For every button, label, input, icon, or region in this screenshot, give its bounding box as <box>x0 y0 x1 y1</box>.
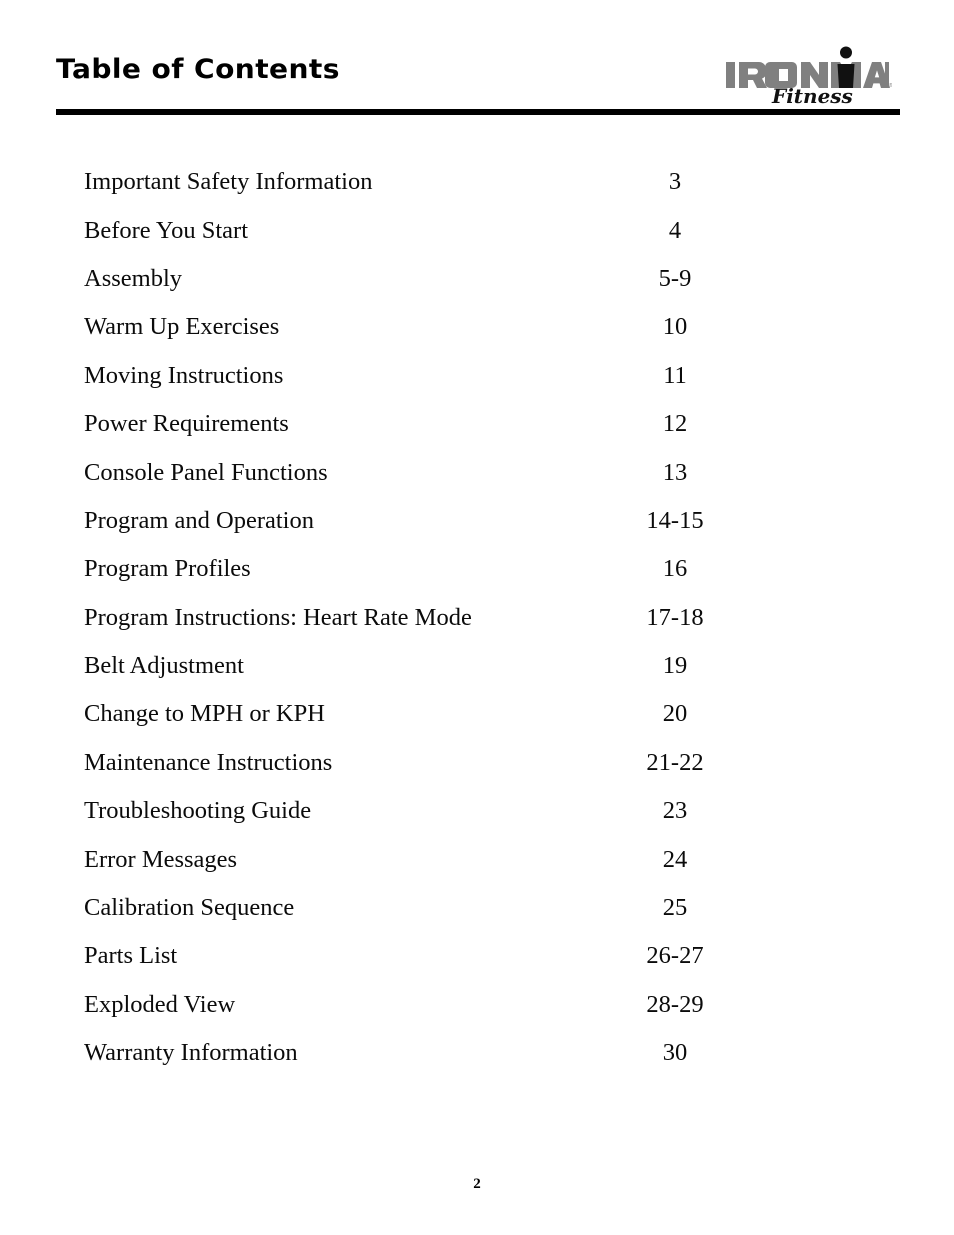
header-divider-rule <box>56 109 900 115</box>
toc-entry-title: Change to MPH or KPH <box>84 700 325 728</box>
toc-entry-page: 5-9 <box>658 264 692 292</box>
toc-entry-page: 4 <box>668 216 682 244</box>
toc-entry-title: Error Messages <box>84 845 238 873</box>
toc-entry[interactable]: Exploded View 28-29 <box>0 981 954 1029</box>
toc-entry-page: 14-15 <box>646 506 704 534</box>
toc-entry-title: Before You Start <box>84 216 249 244</box>
fitness-script-text: Fitness <box>771 84 853 106</box>
toc-entry[interactable]: Console Panel Functions 13 <box>0 448 954 496</box>
toc-entry-title: Important Safety Information <box>84 168 373 196</box>
toc-entry-page: 28-29 <box>646 990 704 1018</box>
toc-entry[interactable]: Warranty Information 30 <box>0 1029 954 1077</box>
trademark-symbol: ® <box>889 82 892 89</box>
toc-entry-page: 16 <box>662 555 688 583</box>
toc-entry-title: Program Profiles <box>84 555 251 583</box>
ironman-runner-figure <box>837 46 855 88</box>
document-page: Table of Contents ® Fitness Important Sa… <box>0 0 954 1235</box>
toc-entry[interactable]: Program Profiles 16 <box>0 545 954 593</box>
toc-entry[interactable]: Calibration Sequence 25 <box>0 884 954 932</box>
footer-page-number: 2 <box>473 1176 481 1192</box>
toc-entry-page: 20 <box>662 700 688 728</box>
toc-entry-title: Console Panel Functions <box>84 458 328 486</box>
toc-entry[interactable]: Before You Start 4 <box>0 206 954 254</box>
toc-entry-page: 13 <box>662 458 688 486</box>
toc-entry-title: Exploded View <box>84 990 236 1018</box>
toc-entry-page: 19 <box>662 652 688 680</box>
toc-entry[interactable]: Parts List 26-27 <box>0 932 954 980</box>
toc-entry-title: Program Instructions: Heart Rate Mode <box>84 603 472 631</box>
toc-entry-page: 30 <box>662 1039 688 1067</box>
page-header: Table of Contents ® Fitness <box>0 0 954 120</box>
toc-entry[interactable]: Troubleshooting Guide 23 <box>0 787 954 835</box>
toc-entry-title: Power Requirements <box>84 410 289 438</box>
toc-entry-title: Moving Instructions <box>84 361 284 389</box>
toc-entry[interactable]: Important Safety Information 3 <box>0 158 954 206</box>
toc-entry[interactable]: Program and Operation 14-15 <box>0 497 954 545</box>
toc-entry-title: Assembly <box>84 264 182 292</box>
toc-entry-page: 24 <box>662 845 688 873</box>
toc-entry[interactable]: Warm Up Exercises 10 <box>0 303 954 351</box>
toc-entry-page: 17-18 <box>646 603 704 631</box>
toc-entry-page: 26-27 <box>646 942 704 970</box>
page-title: Table of Contents <box>56 54 340 85</box>
toc-entry[interactable]: Assembly 5-9 <box>0 255 954 303</box>
toc-entry[interactable]: Error Messages 24 <box>0 835 954 883</box>
table-of-contents-list: Important Safety Information 3 Before Yo… <box>0 158 954 1077</box>
toc-entry-page: 3 <box>668 168 682 196</box>
toc-entry-title: Warranty Information <box>84 1039 298 1067</box>
toc-entry[interactable]: Belt Adjustment 19 <box>0 642 954 690</box>
toc-entry-page: 25 <box>662 894 688 922</box>
toc-entry-page: 21-22 <box>646 748 704 776</box>
toc-entry-title: Calibration Sequence <box>84 894 295 922</box>
toc-entry-title: Belt Adjustment <box>84 652 244 680</box>
toc-entry-title: Maintenance Instructions <box>84 748 333 776</box>
toc-entry[interactable]: Moving Instructions 11 <box>0 352 954 400</box>
toc-entry[interactable]: Change to MPH or KPH 20 <box>0 690 954 738</box>
toc-entry[interactable]: Program Instructions: Heart Rate Mode 17… <box>0 594 954 642</box>
toc-entry-title: Program and Operation <box>84 506 314 534</box>
toc-entry-page: 10 <box>662 313 688 341</box>
toc-entry[interactable]: Power Requirements 12 <box>0 400 954 448</box>
toc-entry-title: Parts List <box>84 942 178 970</box>
toc-entry-title: Warm Up Exercises <box>84 313 280 341</box>
toc-entry-page: 12 <box>662 410 688 438</box>
toc-entry[interactable]: Maintenance Instructions 21-22 <box>0 739 954 787</box>
toc-entry-page: 11 <box>663 361 687 389</box>
toc-entry-title: Troubleshooting Guide <box>84 797 312 825</box>
ironman-fitness-logo: ® Fitness <box>722 44 892 106</box>
toc-entry-page: 23 <box>662 797 688 825</box>
